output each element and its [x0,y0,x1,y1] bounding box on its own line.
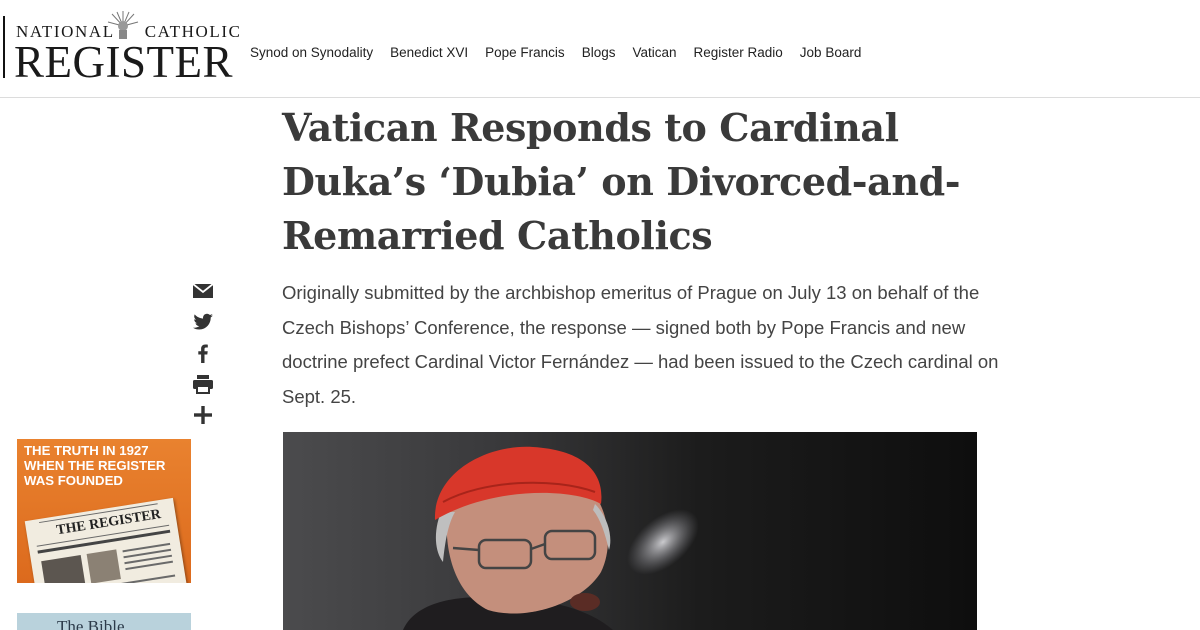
site-header: NATIONAL CATHOLIC REGISTER Synod on Synod… [0,0,1200,98]
site-logo[interactable]: NATIONAL CATHOLIC REGISTER [14,8,240,87]
article-dek: Originally submitted by the archbishop e… [282,282,999,407]
nav-item-job-board[interactable]: Job Board [800,45,862,60]
logo-wordmark: REGISTER [14,37,234,87]
share-bar [191,279,215,434]
cardinal-photo [403,446,699,630]
nav-item-blogs[interactable]: Blogs [582,45,616,60]
logo-divider [3,16,5,78]
twitter-icon[interactable] [191,310,215,334]
nav-item-synod[interactable]: Synod on Synodality [250,45,373,60]
promo-bible-title: The Bible [57,617,125,630]
nav-item-vatican[interactable]: Vatican [632,45,676,60]
facebook-icon[interactable] [191,341,215,365]
article-headline: Vatican Responds to Cardinal Duka’s ‘Dub… [282,105,961,258]
newspaper-image: THE REGISTER [24,497,188,583]
plus-icon[interactable] [191,403,215,427]
hero-image [283,432,977,630]
promo-headline: THE TRUTH IN 1927 WHEN THE REGISTER WAS … [24,443,166,488]
logo-emblem-icon [107,11,139,39]
promo-register-history[interactable]: THE TRUTH IN 1927 WHEN THE REGISTER WAS … [17,439,191,583]
nav-item-register-radio[interactable]: Register Radio [694,45,783,60]
nav-item-benedict[interactable]: Benedict XVI [390,45,468,60]
promo-bible[interactable]: The Bible [17,613,191,630]
print-icon[interactable] [191,372,215,396]
nav-item-pope-francis[interactable]: Pope Francis [485,45,565,60]
main-nav: Synod on Synodality Benedict XVI Pope Fr… [250,45,861,60]
email-icon[interactable] [191,279,215,303]
